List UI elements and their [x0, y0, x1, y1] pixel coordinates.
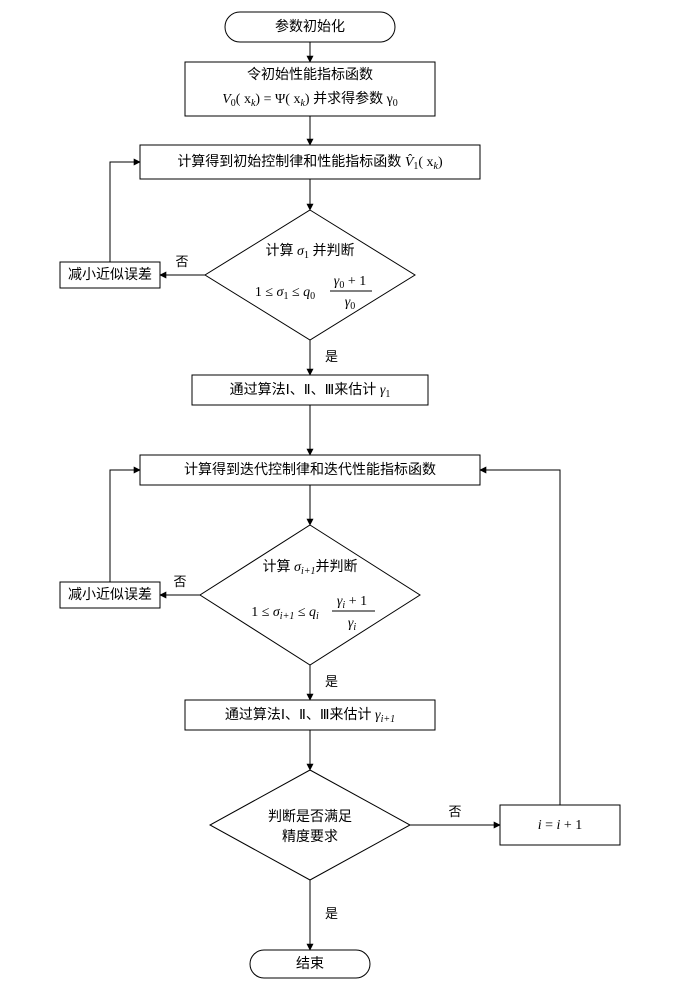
dec3-line2: 精度要求 — [282, 829, 338, 845]
dec1-no-label: 否 — [175, 254, 188, 269]
node-decision-3: 判断是否满足 精度要求 — [210, 770, 410, 880]
node-est-1: 通过算法Ⅰ、Ⅱ、Ⅲ来估计 γ1 — [192, 375, 428, 405]
est2-text: 通过算法Ⅰ、Ⅱ、Ⅲ来估计 γi+1 — [225, 707, 395, 725]
node-increment: i = i + 1 — [500, 805, 620, 845]
dec3-no-label: 否 — [448, 804, 461, 819]
dec2-yes-label: 是 — [325, 674, 338, 689]
reduce1-label: 减小近似误差 — [68, 267, 152, 283]
reduce2-label: 减小近似误差 — [68, 587, 152, 603]
end-label: 结束 — [296, 956, 324, 972]
dec1-line1: 计算 σ1 并判断 — [266, 243, 355, 261]
est1-text: 通过算法Ⅰ、Ⅱ、Ⅲ来估计 γ1 — [230, 382, 391, 400]
node-start: 参数初始化 — [225, 12, 395, 42]
calc-iter-label: 计算得到迭代控制律和迭代性能指标函数 — [184, 461, 436, 478]
init-fn-line1: 令初始性能指标函数 — [247, 66, 373, 83]
calc-init-text: 计算得到初始控制律和性能指标函数 V̂1( xk) — [177, 153, 443, 172]
node-end: 结束 — [250, 950, 370, 978]
dec1-yes-label: 是 — [325, 349, 338, 364]
node-calc-iter: 计算得到迭代控制律和迭代性能指标函数 — [140, 455, 480, 485]
init-fn-eq: V0( xk) = Ψ( xk) 并求得参数 γ0 — [222, 90, 398, 109]
node-init-fn: 令初始性能指标函数 V0( xk) = Ψ( xk) 并求得参数 γ0 — [185, 62, 435, 116]
edge-inc-calciter — [480, 470, 560, 805]
start-label: 参数初始化 — [275, 18, 345, 35]
node-reduce-2: 减小近似误差 — [60, 582, 160, 608]
dec3-yes-label: 是 — [325, 906, 338, 921]
inc-eq: i = i + 1 — [538, 818, 583, 833]
dec3-line1: 判断是否满足 — [268, 809, 352, 825]
edge-reduce2-calciter — [110, 470, 140, 582]
node-decision-1: 计算 σ1 并判断 1 ≤ σ1 ≤ q0 γ0 + 1 γ0 — [205, 210, 415, 340]
dec1-frac-top: γ0 + 1 — [334, 274, 366, 291]
node-calc-init: 计算得到初始控制律和性能指标函数 V̂1( xk) — [140, 145, 480, 179]
node-decision-2: 计算 σi+1并判断 1 ≤ σi+1 ≤ qi γi + 1 γi — [200, 525, 420, 665]
flowchart: 参数初始化 令初始性能指标函数 V0( xk) = Ψ( xk) 并求得参数 γ… — [0, 0, 679, 1000]
dec2-frac-top: γi + 1 — [337, 594, 367, 611]
edge-reduce1-calcinit — [110, 162, 140, 262]
node-reduce-1: 减小近似误差 — [60, 262, 160, 288]
dec2-no-label: 否 — [173, 574, 186, 589]
node-est-2: 通过算法Ⅰ、Ⅱ、Ⅲ来估计 γi+1 — [185, 700, 435, 730]
